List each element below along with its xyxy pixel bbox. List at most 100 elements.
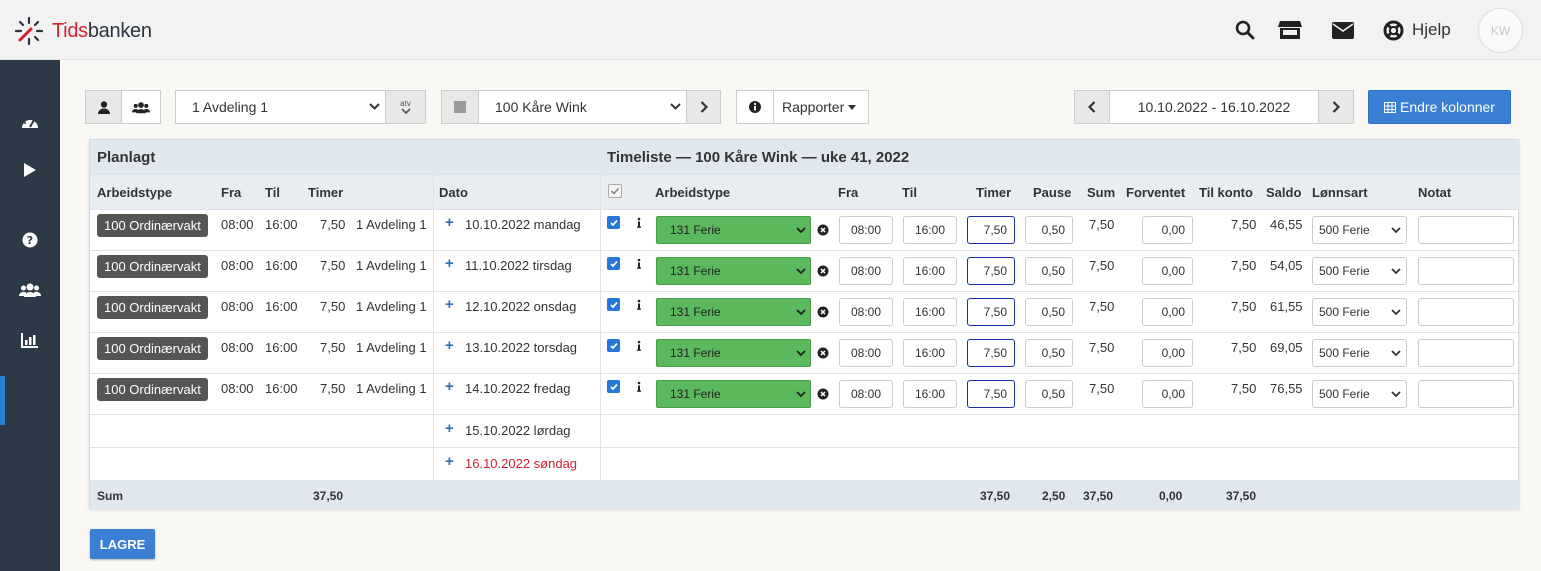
date-label: 11.10.2022 tirsdag	[465, 258, 572, 273]
pause-input[interactable]: 0,50	[1025, 216, 1073, 244]
til-konto-value: 7,50	[1231, 299, 1257, 314]
worktype-select[interactable]: 131 Ferie	[656, 380, 811, 408]
til-input[interactable]: 16:00	[903, 380, 957, 408]
forventet-input[interactable]: 0,00	[1142, 339, 1193, 367]
lifebuoy-icon[interactable]	[1381, 18, 1405, 42]
add-row-button[interactable]: +	[445, 296, 454, 313]
clear-icon[interactable]	[817, 306, 829, 318]
row-checkbox[interactable]	[607, 298, 620, 311]
planned-timer: 7,50	[320, 217, 346, 232]
add-row-button[interactable]: +	[445, 337, 454, 354]
timer-input[interactable]: 7,50	[967, 298, 1015, 326]
users-icon[interactable]	[0, 276, 60, 304]
forventet-input[interactable]: 0,00	[1142, 298, 1193, 326]
next-employee-button[interactable]	[686, 90, 721, 124]
col-planned-timer: Timer	[308, 185, 344, 200]
logo[interactable]: Tidsbanken	[14, 16, 152, 46]
next-week-button[interactable]	[1318, 90, 1354, 124]
timer-input[interactable]: 7,50	[967, 380, 1015, 408]
planned-fra: 08:00	[221, 381, 254, 396]
help-link[interactable]: Hjelp	[1412, 20, 1451, 40]
planned-timer: 7,50	[320, 299, 346, 314]
bar-chart-icon[interactable]	[0, 326, 60, 354]
pause-input[interactable]: 0,50	[1025, 257, 1073, 285]
clear-icon[interactable]	[817, 388, 829, 400]
notat-input[interactable]	[1418, 216, 1514, 244]
save-button[interactable]: LAGRE	[90, 529, 155, 559]
play-icon[interactable]	[0, 156, 60, 184]
row-checkbox[interactable]	[607, 380, 620, 393]
row-checkbox[interactable]	[607, 216, 620, 229]
employee-select[interactable]: 100 Kåre Wink	[478, 90, 687, 124]
pause-input[interactable]: 0,50	[1025, 339, 1073, 367]
check-icon	[609, 342, 618, 349]
date-range-field[interactable]: 10.10.2022 - 16.10.2022	[1109, 90, 1319, 124]
single-user-toggle[interactable]	[85, 90, 122, 124]
clear-icon[interactable]	[817, 224, 829, 236]
clear-icon[interactable]	[817, 265, 829, 277]
til-input[interactable]: 16:00	[903, 216, 957, 244]
reports-dropdown[interactable]: Rapporter	[773, 90, 869, 124]
row-checkbox[interactable]	[607, 339, 620, 352]
add-row-button[interactable]: +	[445, 214, 454, 231]
info-button[interactable]	[736, 90, 774, 124]
change-columns-button[interactable]: Endre kolonner	[1368, 90, 1511, 124]
notat-input[interactable]	[1418, 257, 1514, 285]
stop-button[interactable]	[441, 90, 479, 124]
chevron-down-icon	[670, 103, 681, 110]
worktype-select[interactable]: 131 Ferie	[656, 257, 811, 285]
timer-input[interactable]: 7,50	[967, 339, 1015, 367]
info-icon[interactable]	[633, 299, 645, 311]
fra-input[interactable]: 08:00	[839, 298, 893, 326]
til-input[interactable]: 16:00	[903, 257, 957, 285]
worktype-select[interactable]: 131 Ferie	[656, 298, 811, 326]
timer-input[interactable]: 7,50	[967, 216, 1015, 244]
lonnsart-select[interactable]: 500 Ferie	[1312, 216, 1407, 244]
worktype-select[interactable]: 131 Ferie	[656, 216, 811, 244]
add-row-button[interactable]: +	[445, 255, 454, 272]
info-icon[interactable]	[633, 258, 645, 270]
info-icon[interactable]	[633, 340, 645, 352]
add-row-button[interactable]: +	[445, 420, 454, 437]
select-all-checkbox[interactable]	[608, 184, 622, 198]
pause-input[interactable]: 0,50	[1025, 380, 1073, 408]
forventet-input[interactable]: 0,00	[1142, 216, 1193, 244]
clear-icon[interactable]	[817, 347, 829, 359]
group-toggle[interactable]	[121, 90, 161, 124]
notat-input[interactable]	[1418, 380, 1514, 408]
info-icon[interactable]	[633, 217, 645, 229]
question-icon[interactable]: ?	[0, 226, 60, 254]
pause-input[interactable]: 0,50	[1025, 298, 1073, 326]
forventet-input[interactable]: 0,00	[1142, 380, 1193, 408]
lonnsart-select[interactable]: 500 Ferie	[1312, 298, 1407, 326]
saldo-value: 76,55	[1270, 381, 1303, 396]
store-icon[interactable]	[1277, 18, 1303, 42]
lonnsart-select[interactable]: 500 Ferie	[1312, 339, 1407, 367]
timer-input[interactable]: 7,50	[967, 257, 1015, 285]
fra-input[interactable]: 08:00	[839, 339, 893, 367]
add-row-button[interactable]: +	[445, 453, 454, 470]
worktype-select[interactable]: 131 Ferie	[656, 339, 811, 367]
til-input[interactable]: 16:00	[903, 339, 957, 367]
atv-sort-button[interactable]: atv	[385, 90, 426, 124]
chevron-down-icon	[796, 391, 806, 398]
info-icon[interactable]	[633, 381, 645, 393]
department-select[interactable]: 1 Avdeling 1	[175, 90, 386, 124]
mail-icon[interactable]	[1331, 18, 1355, 42]
prev-week-button[interactable]	[1074, 90, 1110, 124]
row-checkbox[interactable]	[607, 257, 620, 270]
til-input[interactable]: 16:00	[903, 298, 957, 326]
lonnsart-select[interactable]: 500 Ferie	[1312, 380, 1407, 408]
add-row-button[interactable]: +	[445, 378, 454, 395]
notat-input[interactable]	[1418, 339, 1514, 367]
notat-input[interactable]	[1418, 298, 1514, 326]
fra-input[interactable]: 08:00	[839, 216, 893, 244]
forventet-input[interactable]: 0,00	[1142, 257, 1193, 285]
avatar[interactable]: KW	[1478, 8, 1523, 53]
dashboard-icon[interactable]	[0, 108, 60, 136]
search-icon[interactable]	[1233, 18, 1257, 42]
fra-input[interactable]: 08:00	[839, 257, 893, 285]
til-konto-value: 7,50	[1231, 340, 1257, 355]
lonnsart-select[interactable]: 500 Ferie	[1312, 257, 1407, 285]
fra-input[interactable]: 08:00	[839, 380, 893, 408]
